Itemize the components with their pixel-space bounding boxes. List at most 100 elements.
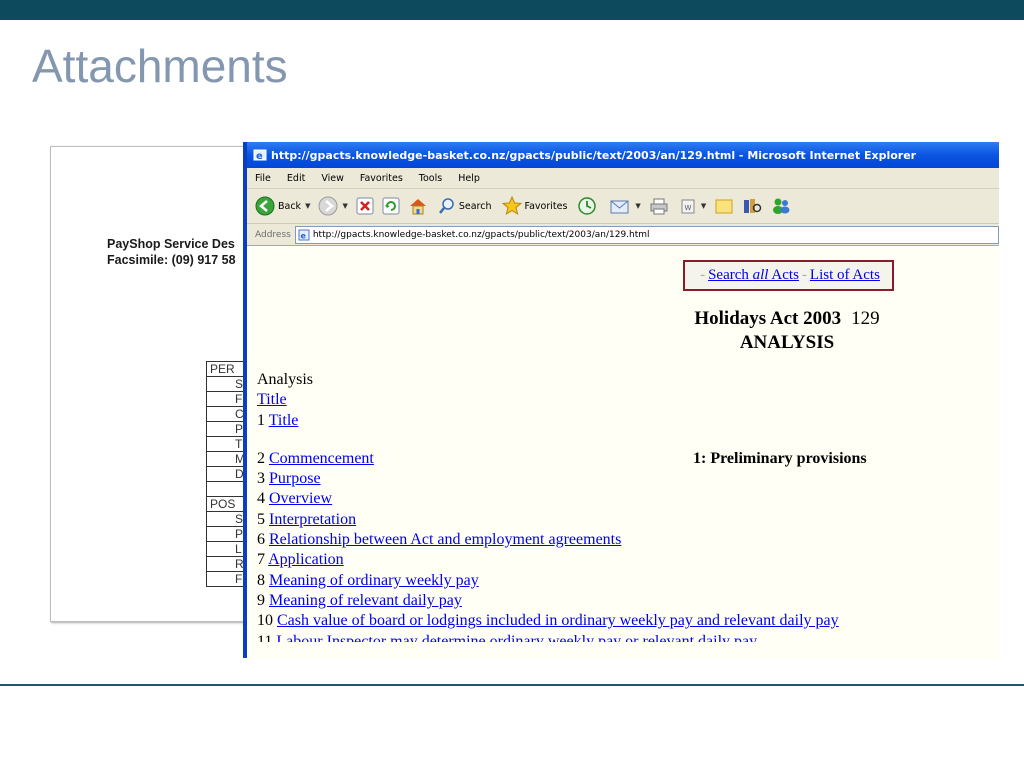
forward-button[interactable]: ▼ (318, 196, 348, 216)
page-icon: e (298, 229, 310, 240)
acts-nav-box: - Search all Acts - List of Acts (683, 260, 894, 291)
menu-tools[interactable]: Tools (411, 173, 450, 184)
slide-top-bar (0, 0, 1024, 20)
toc-item-number: 11 (257, 632, 273, 642)
address-bar: Address e http://gpacts.knowledge-basket… (247, 224, 999, 247)
toc-item-number: 10 (257, 612, 273, 630)
menu-edit[interactable]: Edit (279, 173, 313, 184)
toc-item-link[interactable]: Overview (269, 490, 332, 507)
toc-item-number: 4 (257, 490, 265, 508)
toc-item: 8 Meaning of ordinary weekly pay (257, 571, 839, 591)
history-icon (578, 197, 597, 215)
printer-icon (650, 198, 668, 215)
address-label: Address (255, 229, 291, 240)
search-all-suffix: Acts (768, 267, 799, 283)
search-label: Search (458, 200, 492, 212)
ie-window-title: http://gpacts.knowledge-basket.co.nz/gpa… (271, 148, 917, 162)
fax-document: PayShop Service Des Facsimile: (09) 917 … (50, 146, 252, 622)
forward-dropdown-icon[interactable]: ▼ (342, 202, 347, 210)
toc-item-number: 5 (257, 510, 265, 528)
toc-item: 7 Application (257, 550, 839, 570)
toc-item-list: 2 Commencement 3 Purpose 4 Overview 5 Inter… (257, 449, 839, 632)
messenger-button[interactable] (770, 196, 792, 216)
toc-item-link[interactable]: Meaning of relevant daily pay (269, 592, 462, 609)
fax-facsimile-line: Facsimile: (09) 917 58 (107, 253, 236, 267)
svg-text:W: W (684, 204, 691, 212)
search-all-prefix: Search (708, 267, 753, 283)
back-button[interactable]: Back ▼ (255, 196, 310, 216)
toc-item-number: 6 (257, 531, 265, 549)
address-value: http://gpacts.knowledge-basket.co.nz/gpa… (312, 229, 650, 240)
act-title: Holidays Act 2003 129 (683, 307, 891, 330)
toc-item-link[interactable]: Purpose (269, 470, 321, 487)
toc-item-link[interactable]: Relationship between Act and employment … (269, 531, 621, 548)
toc-item-link[interactable]: Application (268, 551, 344, 568)
edit-dropdown-icon[interactable]: ▼ (701, 202, 706, 210)
stop-button[interactable] (356, 197, 374, 215)
part-heading: 1: Preliminary provisions (693, 450, 867, 467)
toc-item-number: 9 (257, 591, 265, 609)
search-icon (438, 198, 454, 214)
ie-toolbar: Back ▼ ▼ Search Favorites ▼ W ▼ (247, 189, 999, 224)
address-input[interactable]: e http://gpacts.knowledge-basket.co.nz/g… (294, 225, 999, 244)
discuss-button[interactable] (714, 197, 734, 215)
toc-item-link[interactable]: Title (269, 412, 299, 429)
favorites-button[interactable]: Favorites (501, 196, 568, 216)
refresh-icon (382, 197, 400, 215)
search-all-acts-link[interactable]: Search all Acts (708, 267, 799, 284)
ie-title-bar[interactable]: e http://gpacts.knowledge-basket.co.nz/g… (247, 142, 999, 168)
mail-button[interactable]: ▼ (609, 197, 641, 215)
menu-view[interactable]: View (313, 173, 352, 184)
toc-item-link[interactable]: Labour Inspector may determine ordinary … (276, 633, 757, 642)
act-name: Holidays Act 2003 (694, 308, 842, 329)
toc-item: 10 Cash value of board or lodgings inclu… (257, 611, 839, 631)
toc-item: 3 Purpose (257, 469, 839, 489)
mail-dropdown-icon[interactable]: ▼ (635, 202, 640, 210)
edit-button[interactable]: W ▼ (679, 197, 706, 215)
favorites-label: Favorites (524, 200, 568, 212)
print-button[interactable] (649, 197, 669, 215)
edit-document-icon: W (681, 199, 695, 214)
menu-help[interactable]: Help (450, 173, 488, 184)
ie-window: e http://gpacts.knowledge-basket.co.nz/g… (243, 142, 999, 658)
table-of-contents: Analysis Title 1 Title 2 Commencement 3 P… (257, 370, 839, 642)
toc-item-link[interactable]: Commencement (269, 450, 374, 467)
toc-item: 9 Meaning of relevant daily pay (257, 591, 839, 611)
slide-title: Attachments (32, 40, 288, 92)
svg-text:e: e (256, 151, 263, 162)
nav-separator: - (700, 267, 706, 283)
menu-file[interactable]: File (247, 173, 279, 184)
stop-icon (356, 197, 374, 215)
research-button[interactable] (742, 196, 762, 216)
home-button[interactable] (408, 197, 428, 215)
folder-note-icon (715, 199, 733, 214)
toc-item-link[interactable]: Meaning of ordinary weekly pay (269, 572, 479, 589)
fax-service-line: PayShop Service Des (107, 237, 235, 251)
ie-menu-bar: File Edit View Favorites Tools Help (247, 168, 999, 189)
back-dropdown-icon[interactable]: ▼ (305, 202, 310, 210)
search-all-em: all (752, 267, 769, 283)
toc-item-link[interactable]: Interpretation (269, 511, 356, 528)
mail-icon (610, 200, 629, 214)
ie-logo-icon: e (253, 149, 267, 162)
favorites-star-icon (501, 196, 522, 216)
toc-item: 5 Interpretation (257, 510, 839, 530)
toc-item: 4 Overview (257, 489, 839, 509)
back-label: Back (278, 200, 302, 212)
toc-item-cut: 11 Labour Inspector may determine ordina… (257, 632, 839, 642)
title-link[interactable]: Title (257, 391, 287, 408)
svg-text:e: e (300, 231, 306, 240)
history-button[interactable] (577, 196, 597, 216)
forward-arrow-icon (318, 196, 338, 216)
toc-item-link[interactable]: Cash value of board or lodgings included… (277, 612, 839, 629)
search-button[interactable]: Search (438, 197, 492, 215)
slide-bottom-rule (0, 684, 1024, 686)
toc-item-number: 3 (257, 470, 265, 488)
refresh-button[interactable] (382, 197, 400, 215)
list-of-acts-link[interactable]: List of Acts (810, 267, 880, 284)
toc-item-number: 1 (257, 411, 265, 429)
analysis-heading: ANALYSIS (739, 332, 835, 353)
research-books-icon (744, 199, 762, 213)
menu-favorites[interactable]: Favorites (352, 173, 411, 184)
toc-item-number: 2 (257, 449, 265, 467)
